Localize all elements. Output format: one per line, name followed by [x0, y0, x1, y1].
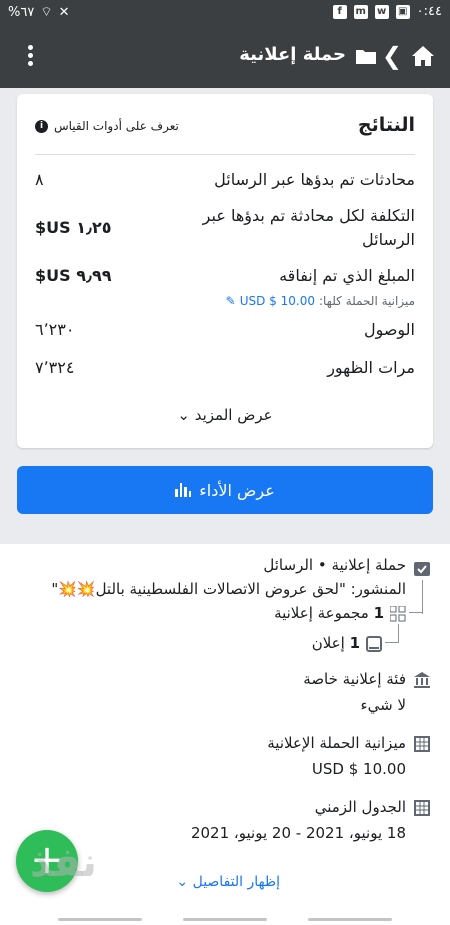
budget-label: ميزانية الحملة الإعلانية: [267, 734, 406, 752]
watermark-logo: نفذ: [30, 840, 97, 886]
tree-line: [385, 642, 399, 643]
budget-sub-value[interactable]: 10.00 $ USD: [240, 294, 315, 308]
post-name[interactable]: المنشور: "لحق عروض الاتصالات الفلسطينية …: [6, 580, 406, 598]
bank-icon: [414, 672, 430, 688]
tree-line: [409, 612, 423, 613]
divider: [35, 154, 415, 155]
ad-icon: [366, 636, 382, 652]
battery-text: %٦٧: [8, 4, 35, 20]
show-details-label: إظهار التفاصيل: [192, 874, 280, 890]
facebook-icon: f: [332, 4, 347, 19]
nav-handle[interactable]: [308, 918, 392, 921]
nav-handle[interactable]: [58, 918, 142, 921]
bar-chart-icon: [175, 483, 192, 497]
chevron-down-icon: ⌄: [176, 874, 189, 890]
mute-icon: ✕: [58, 4, 70, 20]
metric-label: مرات الظهور: [327, 358, 415, 377]
metric-label: المبلغ الذي تم إنفاقه: [279, 266, 415, 285]
home-icon[interactable]: [412, 46, 434, 66]
folder-icon: [356, 50, 376, 64]
learn-label: تعرف على أدوات القياس: [54, 119, 179, 133]
adset-label: مجموعة إعلانية: [274, 604, 369, 622]
metric-value: ٦٬٢٣٠: [35, 320, 75, 339]
budget-sub-label: ميزانية الحملة كلها:: [318, 294, 415, 308]
show-details-button[interactable]: إظهار التفاصيل ⌄: [176, 874, 280, 890]
metric-label: التكلفة لكل محادثة تم بدؤها عبر الرسائل: [202, 206, 415, 249]
ad-count: 1: [349, 634, 360, 652]
grid-icon: [390, 606, 406, 622]
category-value: لا شيء: [360, 696, 406, 714]
system-nav-bar: [0, 904, 450, 925]
app-bar: حملة إعلانية ❮: [0, 26, 450, 88]
edit-pencil-icon[interactable]: ✎: [226, 294, 236, 308]
learn-measurement-link[interactable]: تعرف على أدوات القياس i: [35, 119, 179, 133]
show-more-button[interactable]: عرض المزيد ⌄: [17, 406, 433, 424]
wifi-icon: ⌔: [40, 5, 53, 20]
overflow-menu-icon[interactable]: [18, 42, 42, 72]
info-icon: i: [35, 119, 48, 133]
campaign-budget-line: ميزانية الحملة كلها: 10.00 $ USD ✎: [35, 294, 415, 308]
category-label: فئة إعلانية خاصة: [303, 670, 406, 688]
schedule-value: 18 يونيو، 2021 - 20 يونيو، 2021: [190, 824, 406, 842]
adset-line[interactable]: 1 مجموعة إعلانية: [274, 604, 384, 622]
tree-line: [422, 580, 423, 614]
results-card: النتائج تعرف على أدوات القياس i محادثات …: [17, 94, 433, 448]
breadcrumb-chevron-icon: ❮: [381, 42, 402, 70]
metric-label: محادثات تم بدؤها عبر الرسائل: [214, 170, 415, 189]
view-performance-button[interactable]: عرض الأداء: [17, 466, 433, 514]
metric-label: الوصول: [363, 320, 415, 339]
adset-count: 1: [373, 604, 384, 622]
ad-line[interactable]: 1 إعلان: [312, 634, 360, 652]
chevron-down-icon: ⌄: [177, 406, 190, 424]
metric-value: ١٫٢٥ US$: [35, 218, 112, 237]
metric-value: ٨: [35, 170, 44, 189]
schedule-table-icon: [414, 800, 430, 816]
metric-value: ٩٫٩٩ US$: [35, 266, 112, 285]
whatsapp-icon: w: [374, 4, 389, 19]
ad-label: إعلان: [311, 634, 345, 652]
gallery-icon: ▣: [395, 4, 410, 19]
metric-value: ٧٬٣٢٤: [35, 358, 75, 377]
checkbox-folder-icon: [414, 562, 430, 576]
campaign-name[interactable]: حملة إعلانية • الرسائل: [263, 556, 406, 574]
view-performance-label: عرض الأداء: [199, 480, 275, 500]
budget-value: 10.00 $ USD: [311, 760, 406, 778]
show-more-label: عرض المزيد: [194, 406, 273, 424]
tree-line: [398, 624, 399, 642]
clock: ٠:٤٤: [416, 4, 442, 19]
nav-handle[interactable]: [183, 918, 267, 921]
status-bar: %٦٧ ⌔ ✕ f m w ▣ ٠:٤٤: [0, 0, 450, 26]
page-title: حملة إعلانية: [239, 44, 346, 65]
schedule-label: الجدول الزمني: [314, 798, 406, 816]
messenger-icon: m: [353, 4, 368, 19]
budget-table-icon: [414, 736, 430, 752]
separator: [0, 530, 450, 544]
results-title: النتائج: [357, 114, 415, 136]
